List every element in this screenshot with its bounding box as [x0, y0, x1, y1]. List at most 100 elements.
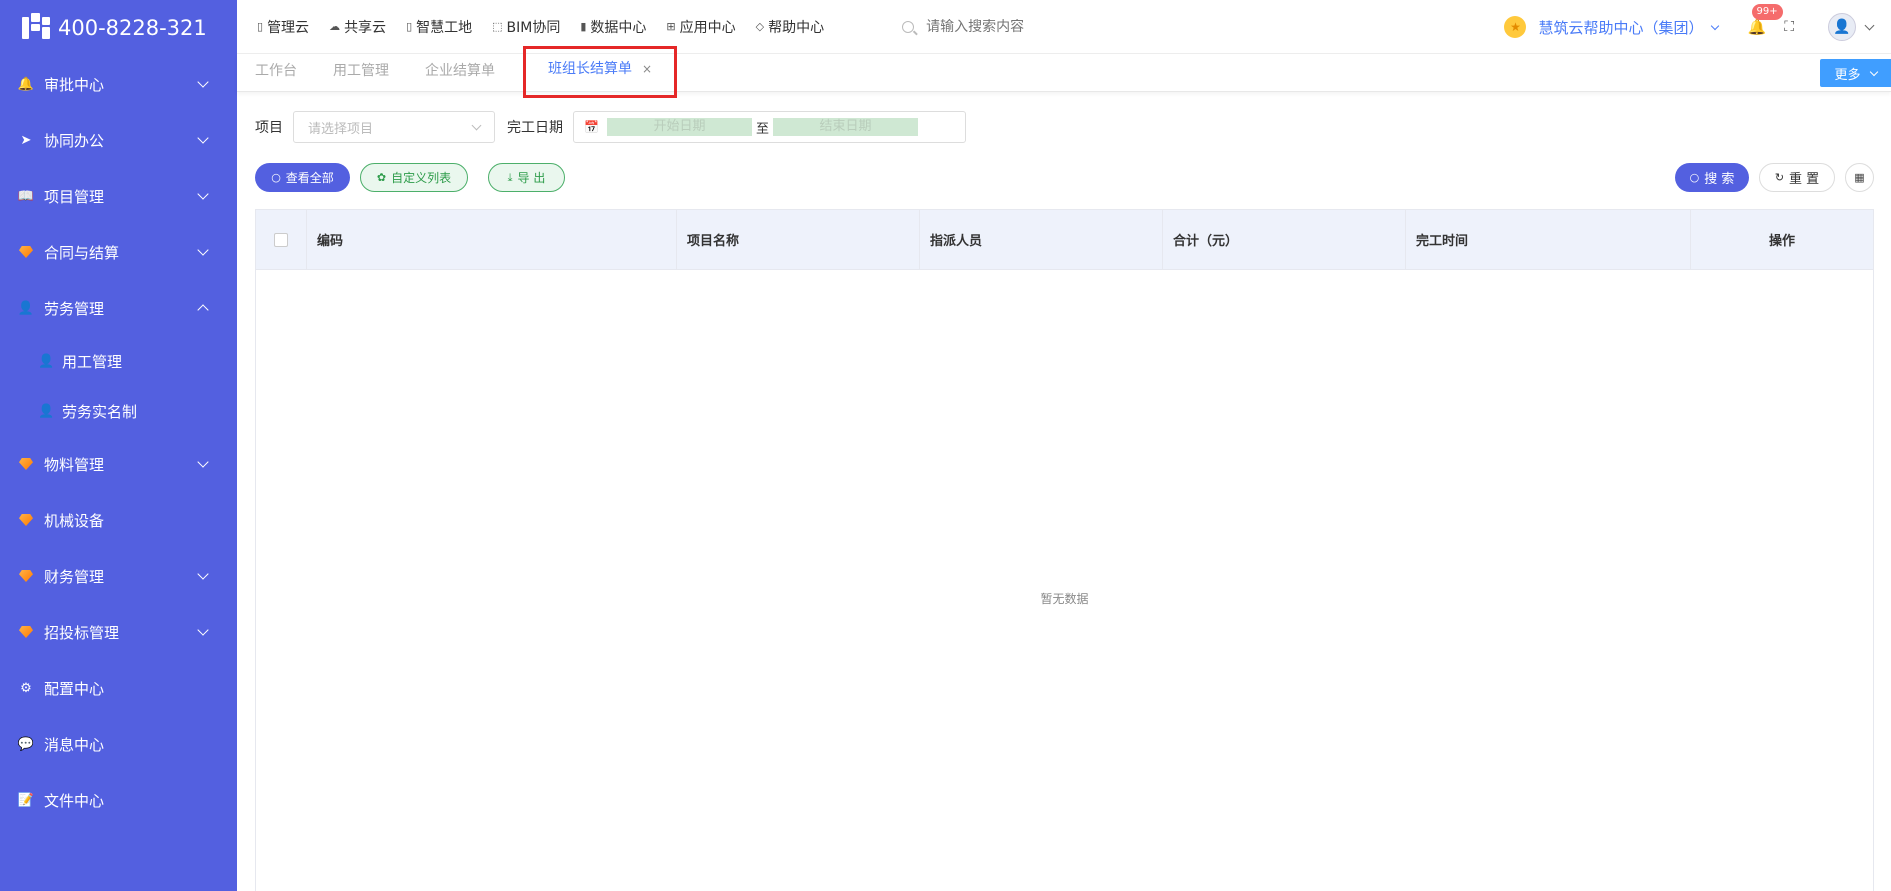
- view-all-label: 查看全部: [285, 171, 334, 185]
- sidebar-item-label: 配置中心: [44, 679, 105, 698]
- user-menu-chevron-icon[interactable]: [1864, 20, 1875, 30]
- column-settings-button[interactable]: ▦: [1845, 163, 1874, 192]
- tab-1[interactable]: 用工管理: [315, 54, 407, 92]
- project-select[interactable]: 请选择项目: [293, 111, 495, 143]
- chevron-down-icon: [197, 76, 209, 88]
- topnav-item-2[interactable]: ▯ 智慧工地: [406, 17, 472, 37]
- topnav-item-label: 共享云: [344, 19, 387, 36]
- topnav-item-0[interactable]: ▯ 管理云: [257, 17, 309, 37]
- chevron-down-icon: [197, 244, 209, 256]
- sidebar-item-7[interactable]: 财务管理: [0, 548, 237, 604]
- tab-0[interactable]: 工作台: [237, 54, 315, 92]
- notification-button[interactable]: 🔔 99+: [1747, 4, 1783, 36]
- cube-icon: ⬚: [492, 20, 503, 33]
- avatar[interactable]: 👤: [1828, 13, 1856, 41]
- topnav-item-label: BIM协同: [506, 19, 561, 36]
- sidebar: 400-8228-321 🔔 审批中心 ➤ 协同办公 📖 项目管理 合同与结算 👤 劳务管理 👤 用…: [0, 0, 237, 891]
- search-icon: ○: [271, 171, 281, 184]
- user-icon: 👤: [38, 403, 55, 419]
- sidebar-item-2[interactable]: 📖 项目管理: [0, 168, 237, 224]
- sidebar-item-11[interactable]: 📝 文件中心: [0, 772, 237, 828]
- tab-3[interactable]: 班组长结算单 ×: [523, 45, 678, 98]
- sidebar-item-1[interactable]: ➤ 协同办公: [0, 112, 237, 168]
- sidebar-item-8[interactable]: 招投标管理: [0, 604, 237, 660]
- sidebar-item-4[interactable]: 👤 劳务管理: [0, 280, 237, 336]
- bell-icon: 🔔: [17, 76, 35, 92]
- org-switcher[interactable]: 慧筑云帮助中心（集团）: [1538, 17, 1703, 38]
- grid-icon: ▦: [1854, 171, 1865, 184]
- user-icon: 👤: [38, 353, 55, 369]
- notification-badge: 99+: [1751, 4, 1783, 20]
- tab-label: 用工管理: [333, 62, 389, 79]
- chevron-down-icon[interactable]: [1710, 21, 1719, 30]
- reset-label: 重 置: [1789, 172, 1820, 187]
- sidebar-item-9[interactable]: ⚙ 配置中心: [0, 660, 237, 716]
- diamond-icon: ◇: [755, 20, 765, 33]
- book-icon: ▯: [406, 20, 413, 33]
- export-button[interactable]: ⤓ 导 出: [488, 163, 565, 192]
- logo-icon: [22, 13, 52, 43]
- sidebar-item-label: 机械设备: [44, 511, 105, 530]
- more-button[interactable]: 更多: [1820, 59, 1891, 87]
- tab-label: 班组长结算单: [548, 60, 632, 77]
- org-icon: ★: [1504, 16, 1527, 38]
- send-icon: ➤: [20, 132, 32, 148]
- data-table: 编码 项目名称 指派人员 合计（元） 完工时间 操作 暂无数据: [255, 209, 1874, 891]
- topnav-item-4[interactable]: ▮ 数据中心: [580, 17, 646, 37]
- custom-list-button[interactable]: ✿ 自定义列表: [360, 163, 468, 192]
- date-range-picker[interactable]: 📅 开始日期 至 结束日期: [573, 111, 966, 143]
- tab-label: 企业结算单: [425, 62, 495, 79]
- topnav-item-label: 应用中心: [679, 19, 736, 36]
- sidebar-item-5[interactable]: 物料管理: [0, 436, 237, 492]
- sidebar-item-10[interactable]: 💬 消息中心: [0, 716, 237, 772]
- end-date-input[interactable]: 结束日期: [772, 118, 918, 136]
- user-icon: 👤: [17, 300, 35, 316]
- sidebar-item-3[interactable]: 合同与结算: [0, 224, 237, 280]
- close-icon[interactable]: ×: [642, 62, 652, 76]
- reset-button[interactable]: ↻ 重 置: [1759, 163, 1835, 192]
- topnav-item-6[interactable]: ◇ 帮助中心: [756, 17, 824, 37]
- column-header: 项目名称: [677, 210, 920, 269]
- sidebar-item-0[interactable]: 🔔 审批中心: [0, 56, 237, 112]
- empty-state: 暂无数据: [1040, 592, 1089, 606]
- select-all-checkbox[interactable]: [274, 232, 288, 247]
- search-button[interactable]: ○ 搜 索: [1675, 163, 1749, 192]
- sidebar-item-6[interactable]: 机械设备: [0, 492, 237, 548]
- topnav-item-1[interactable]: ☁ 共享云: [329, 17, 386, 37]
- top-nav: ▯ 管理云 ☁ 共享云 ▯ 智慧工地 ⬚ BIM协同 ▮ 数据中心 ⊞ 应用中心 ◇ 帮助中心: [237, 17, 844, 37]
- column-header: 完工时间: [1406, 210, 1691, 269]
- gem-icon: [18, 244, 34, 260]
- sidebar-subitem-label: 劳务实名制: [62, 402, 138, 421]
- topnav-item-label: 帮助中心: [768, 19, 825, 36]
- file-icon: 📝: [17, 792, 35, 808]
- topnav-item-5[interactable]: ⊞ 应用中心: [666, 17, 735, 37]
- chevron-down-icon: [197, 132, 209, 144]
- bell-icon: 🔔: [1747, 18, 1767, 36]
- gem-icon: [18, 624, 34, 640]
- chevron-down-icon: [197, 188, 209, 200]
- topnav-item-3[interactable]: ⬚ BIM协同: [492, 17, 560, 37]
- global-search[interactable]: [902, 18, 1202, 35]
- tabs: 工作台 用工管理 企业结算单 班组长结算单 ×: [237, 45, 678, 98]
- gear-icon: ✿: [376, 171, 387, 184]
- chevron-down-icon: [197, 456, 209, 468]
- sidebar-subitem-4-0[interactable]: 👤 用工管理: [0, 336, 237, 386]
- topnav-item-label: 数据中心: [590, 19, 647, 36]
- sidebar-item-label: 财务管理: [44, 567, 105, 586]
- sidebar-subitem-label: 用工管理: [62, 352, 123, 371]
- fullscreen-icon[interactable]: ⛶: [1784, 19, 1794, 35]
- custom-list-label: 自定义列表: [391, 171, 452, 185]
- start-date-input[interactable]: 开始日期: [606, 118, 752, 136]
- tab-2[interactable]: 企业结算单: [407, 54, 513, 92]
- sidebar-menu: 🔔 审批中心 ➤ 协同办公 📖 项目管理 合同与结算 👤 劳务管理 👤 用工管理 👤 劳务实名制 物料管理…: [0, 56, 237, 828]
- search-icon: ○: [1689, 171, 1700, 184]
- date-label: 完工日期: [507, 120, 563, 136]
- search-input[interactable]: [926, 18, 1187, 35]
- gem-icon: [18, 512, 34, 528]
- sidebar-subitem-4-1[interactable]: 👤 劳务实名制: [0, 386, 237, 436]
- logo[interactable]: 400-8228-321: [0, 0, 237, 56]
- view-all-button[interactable]: ○ 查看全部: [255, 163, 350, 192]
- project-placeholder: 请选择项目: [308, 121, 374, 137]
- search-label: 搜 索: [1704, 172, 1735, 187]
- column-header: 指派人员: [920, 210, 1163, 269]
